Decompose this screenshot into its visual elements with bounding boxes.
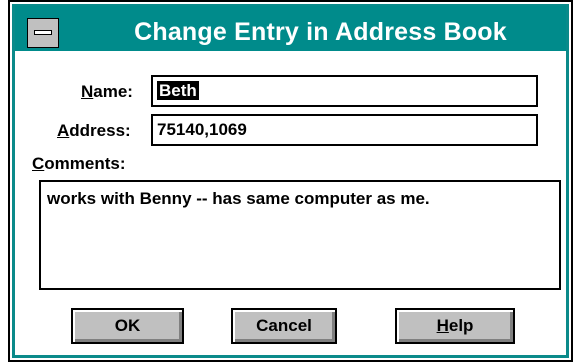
system-menu-icon[interactable]	[27, 18, 59, 48]
name-label-text: ame:	[93, 82, 133, 101]
window-title: Change Entry in Address Book	[134, 18, 507, 46]
address-label-text: ddress:	[69, 121, 131, 140]
address-label: Address:	[57, 121, 131, 141]
address-field-value: 75140,1069	[157, 120, 247, 139]
comments-label-text: omments:	[44, 154, 126, 173]
help-button[interactable]: Help	[395, 308, 515, 344]
comments-label: Comments:	[32, 154, 126, 174]
change-entry-dialog: Change Entry in Address Book Name: Beth …	[8, 0, 573, 362]
comments-field-value: works with Benny -- has same computer as…	[47, 189, 430, 208]
name-field[interactable]: Beth	[151, 75, 538, 107]
system-menu-bar-glyph	[34, 30, 52, 35]
ok-button-label: OK	[114, 316, 141, 335]
comments-field[interactable]: works with Benny -- has same computer as…	[39, 180, 561, 290]
address-label-accelerator: A	[57, 121, 70, 140]
name-label-accelerator: N	[81, 82, 94, 101]
help-button-accelerator: H	[436, 316, 449, 335]
cancel-button[interactable]: Cancel	[231, 308, 337, 344]
name-field-value: Beth	[157, 81, 199, 100]
name-label: Name:	[81, 82, 133, 102]
cancel-button-label: Cancel	[256, 316, 312, 335]
ok-button[interactable]: OK	[71, 308, 184, 344]
title-bar[interactable]: Change Entry in Address Book	[15, 6, 566, 51]
comments-label-accelerator: C	[32, 154, 45, 173]
help-button-label: elp	[448, 316, 474, 335]
address-field[interactable]: 75140,1069	[151, 114, 538, 146]
